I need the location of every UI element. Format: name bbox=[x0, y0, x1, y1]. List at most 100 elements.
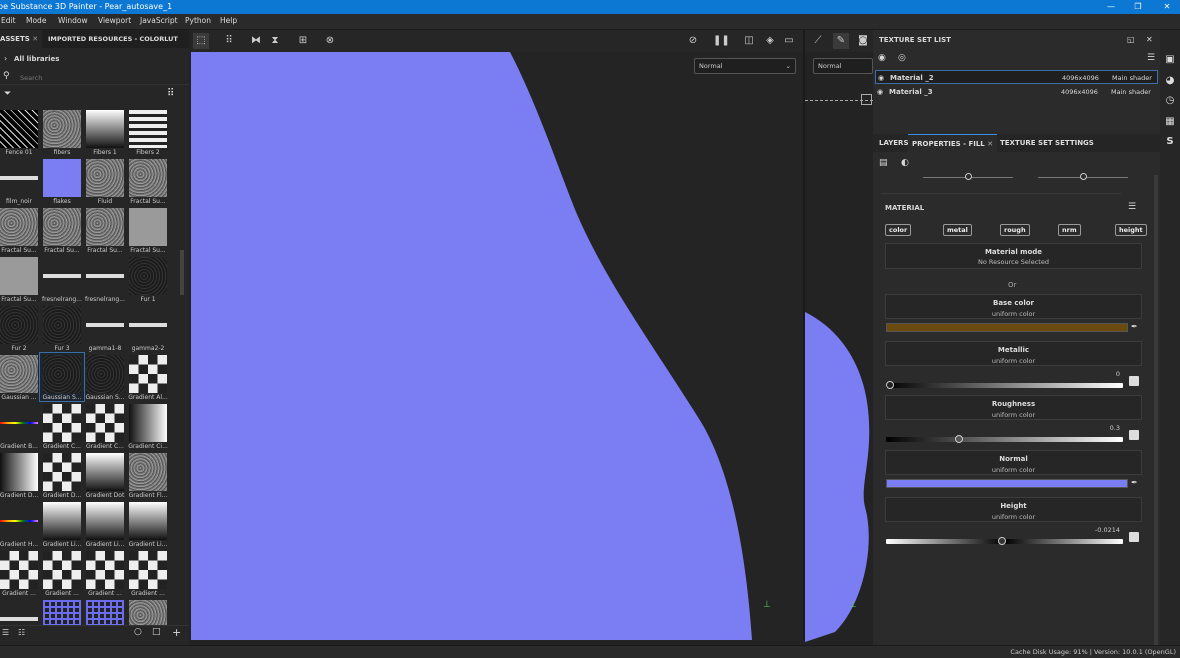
paint-icon[interactable]: ✎ bbox=[833, 33, 849, 49]
channel-dropdown-3d[interactable]: Normal bbox=[813, 58, 873, 74]
refresh-icon[interactable]: ○ bbox=[134, 627, 142, 637]
roughness-slider[interactable] bbox=[886, 435, 1123, 443]
chip-color[interactable]: color bbox=[885, 224, 912, 236]
asset-item[interactable]: Fractal Su... bbox=[40, 206, 84, 254]
metallic-slider[interactable] bbox=[886, 381, 1123, 389]
folder-list-icon[interactable]: ☷ bbox=[18, 628, 25, 637]
slider-knob[interactable] bbox=[886, 381, 894, 389]
add-icon[interactable]: + bbox=[172, 626, 181, 639]
asset-item[interactable]: Fractal Su... bbox=[126, 157, 170, 205]
fill-settings-icon[interactable]: ▤ bbox=[879, 158, 888, 168]
asset-item[interactable]: Gaussian ... bbox=[0, 353, 41, 401]
asset-item[interactable]: Fractal Su... bbox=[0, 206, 41, 254]
asset-item[interactable]: Fractal Su... bbox=[0, 255, 41, 303]
asset-item[interactable]: Gradient ... bbox=[83, 549, 127, 597]
asset-item[interactable] bbox=[126, 598, 170, 625]
tab-properties-fill[interactable]: PROPERTIES - FILL ✕ bbox=[908, 134, 998, 152]
tab-layers[interactable]: LAYERS bbox=[875, 134, 913, 152]
close-window-button[interactable]: ✕ bbox=[1152, 0, 1180, 14]
folder-icon[interactable]: □ bbox=[152, 627, 161, 637]
maximize-button[interactable]: ❐ bbox=[1123, 0, 1153, 14]
asset-item[interactable]: Gradient Fl... bbox=[126, 451, 170, 499]
asset-item[interactable] bbox=[83, 598, 127, 625]
material-icon[interactable]: ◐ bbox=[901, 158, 909, 168]
reset-icon[interactable]: ⊗ bbox=[322, 33, 338, 49]
slider-knob[interactable] bbox=[965, 173, 972, 180]
scrollbar[interactable] bbox=[1154, 175, 1158, 645]
asset-item[interactable]: fibers bbox=[40, 108, 84, 156]
scrollbar[interactable] bbox=[180, 250, 184, 295]
asset-item[interactable]: Gaussian S... bbox=[83, 353, 127, 401]
asset-item[interactable]: Fur 3 bbox=[40, 304, 84, 352]
menu-mode[interactable]: Mode bbox=[26, 16, 46, 25]
height-box[interactable]: Height uniform color bbox=[885, 497, 1142, 522]
asset-item[interactable]: Fence 01 bbox=[0, 108, 41, 156]
environment-icon[interactable]: ◕ bbox=[1164, 75, 1176, 87]
tab-texture-set-settings[interactable]: TEXTURE SET SETTINGS bbox=[996, 134, 1098, 152]
asset-item[interactable]: Gradient ... bbox=[40, 549, 84, 597]
material-menu-icon[interactable]: ☰ bbox=[1128, 202, 1136, 212]
split-view-icon[interactable]: ◫ bbox=[741, 33, 757, 49]
handle[interactable] bbox=[861, 94, 872, 105]
menu-edit[interactable]: Edit bbox=[1, 16, 16, 25]
list-view-icon[interactable]: ☰ bbox=[2, 628, 9, 637]
eye-icon[interactable]: ◉ bbox=[877, 85, 883, 99]
texture-set-row[interactable]: ◉ Material _3 4096x4096 Main shader bbox=[875, 85, 1158, 99]
asset-item[interactable]: Fractal Su... bbox=[126, 206, 170, 254]
filter-icon[interactable]: ⏷ bbox=[4, 89, 11, 99]
asset-item[interactable]: Gaussian S... bbox=[39, 352, 85, 402]
display-settings-icon[interactable]: ▣ bbox=[1164, 54, 1176, 66]
asset-item[interactable]: Gradient Ci... bbox=[126, 402, 170, 450]
chip-rough[interactable]: rough bbox=[1000, 224, 1030, 236]
asset-item[interactable]: Gradient C... bbox=[83, 402, 127, 450]
eyedropper-icon[interactable]: ✒ bbox=[1131, 322, 1138, 331]
chevron-right-icon[interactable]: › bbox=[4, 54, 7, 63]
history-icon[interactable]: ◷ bbox=[1164, 95, 1176, 107]
close-panel-icon[interactable]: ✕ bbox=[1146, 35, 1153, 44]
fit-view-icon[interactable]: ⬚ bbox=[193, 33, 209, 49]
menu-javascript[interactable]: JavaScript bbox=[140, 16, 178, 25]
grid-view-icon[interactable]: ⠿ bbox=[167, 88, 174, 99]
normal-box[interactable]: Normal uniform color bbox=[885, 450, 1142, 475]
asset-item[interactable]: fresnelrang... bbox=[83, 255, 127, 303]
mirror-horizontal-icon[interactable]: ⧓ bbox=[248, 33, 264, 49]
frame-icon[interactable]: ⊞ bbox=[295, 33, 311, 49]
asset-item[interactable]: Gradient B... bbox=[0, 402, 41, 450]
asset-item[interactable]: Gradient D... bbox=[40, 451, 84, 499]
viewport-2d[interactable]: ⬚ ⠿ ⧓ ⧗ ⊞ ⊗ ⊘ ❚❚ ◫ ◈ ▭ Normal ⌄ ⊥ bbox=[191, 30, 804, 640]
height-slider[interactable] bbox=[886, 537, 1123, 545]
asset-item[interactable] bbox=[40, 598, 84, 625]
menu-help[interactable]: Help bbox=[220, 16, 237, 25]
texture-link-icon[interactable] bbox=[1129, 532, 1139, 542]
metallic-box[interactable]: Metallic uniform color bbox=[885, 341, 1142, 366]
base-color-swatch[interactable] bbox=[886, 323, 1128, 332]
eyedropper-icon[interactable]: ✒ bbox=[1131, 478, 1138, 487]
minimize-button[interactable]: — bbox=[1096, 0, 1126, 14]
roughness-box[interactable]: Roughness uniform color bbox=[885, 395, 1142, 420]
hide-icon[interactable]: ⊘ bbox=[685, 33, 701, 49]
texture-link-icon[interactable] bbox=[1129, 430, 1139, 440]
viewport-3d[interactable]: Normal ⊥ bbox=[805, 52, 873, 642]
asset-item[interactable]: gamma2-2 bbox=[126, 304, 170, 352]
texture-set-row[interactable]: ◉ Material _2 4096x4096 Main shader bbox=[875, 70, 1158, 84]
asset-item[interactable]: Gradient Li... bbox=[40, 500, 84, 548]
menu-python[interactable]: Python bbox=[185, 16, 211, 25]
asset-item[interactable]: Fur 2 bbox=[0, 304, 41, 352]
slider-knob[interactable] bbox=[998, 537, 1007, 545]
asset-item[interactable]: gamma1-8 bbox=[83, 304, 127, 352]
asset-item[interactable]: Fibers 2 bbox=[126, 108, 170, 156]
asset-item[interactable]: Fur 1 bbox=[126, 255, 170, 303]
visibility-all-icon[interactable]: ◉ bbox=[878, 53, 886, 63]
float-icon[interactable]: ◱ bbox=[1127, 35, 1135, 44]
asset-item[interactable]: Gradient ... bbox=[0, 549, 41, 597]
eye-icon[interactable]: ◎ bbox=[898, 53, 906, 63]
asset-item[interactable]: Fluid bbox=[83, 157, 127, 205]
tab-imported-resources[interactable]: IMPORTED RESOURCES - COLORLUT bbox=[44, 30, 182, 48]
slider-knob[interactable] bbox=[1080, 173, 1087, 180]
asset-item[interactable] bbox=[0, 598, 41, 625]
asset-item[interactable]: Gradient D... bbox=[0, 451, 41, 499]
asset-item[interactable]: film_noir bbox=[0, 157, 41, 205]
brush-icon[interactable]: ⟋ bbox=[810, 33, 826, 49]
normal-color-swatch[interactable] bbox=[886, 479, 1128, 488]
menu-window[interactable]: Window bbox=[58, 16, 88, 25]
